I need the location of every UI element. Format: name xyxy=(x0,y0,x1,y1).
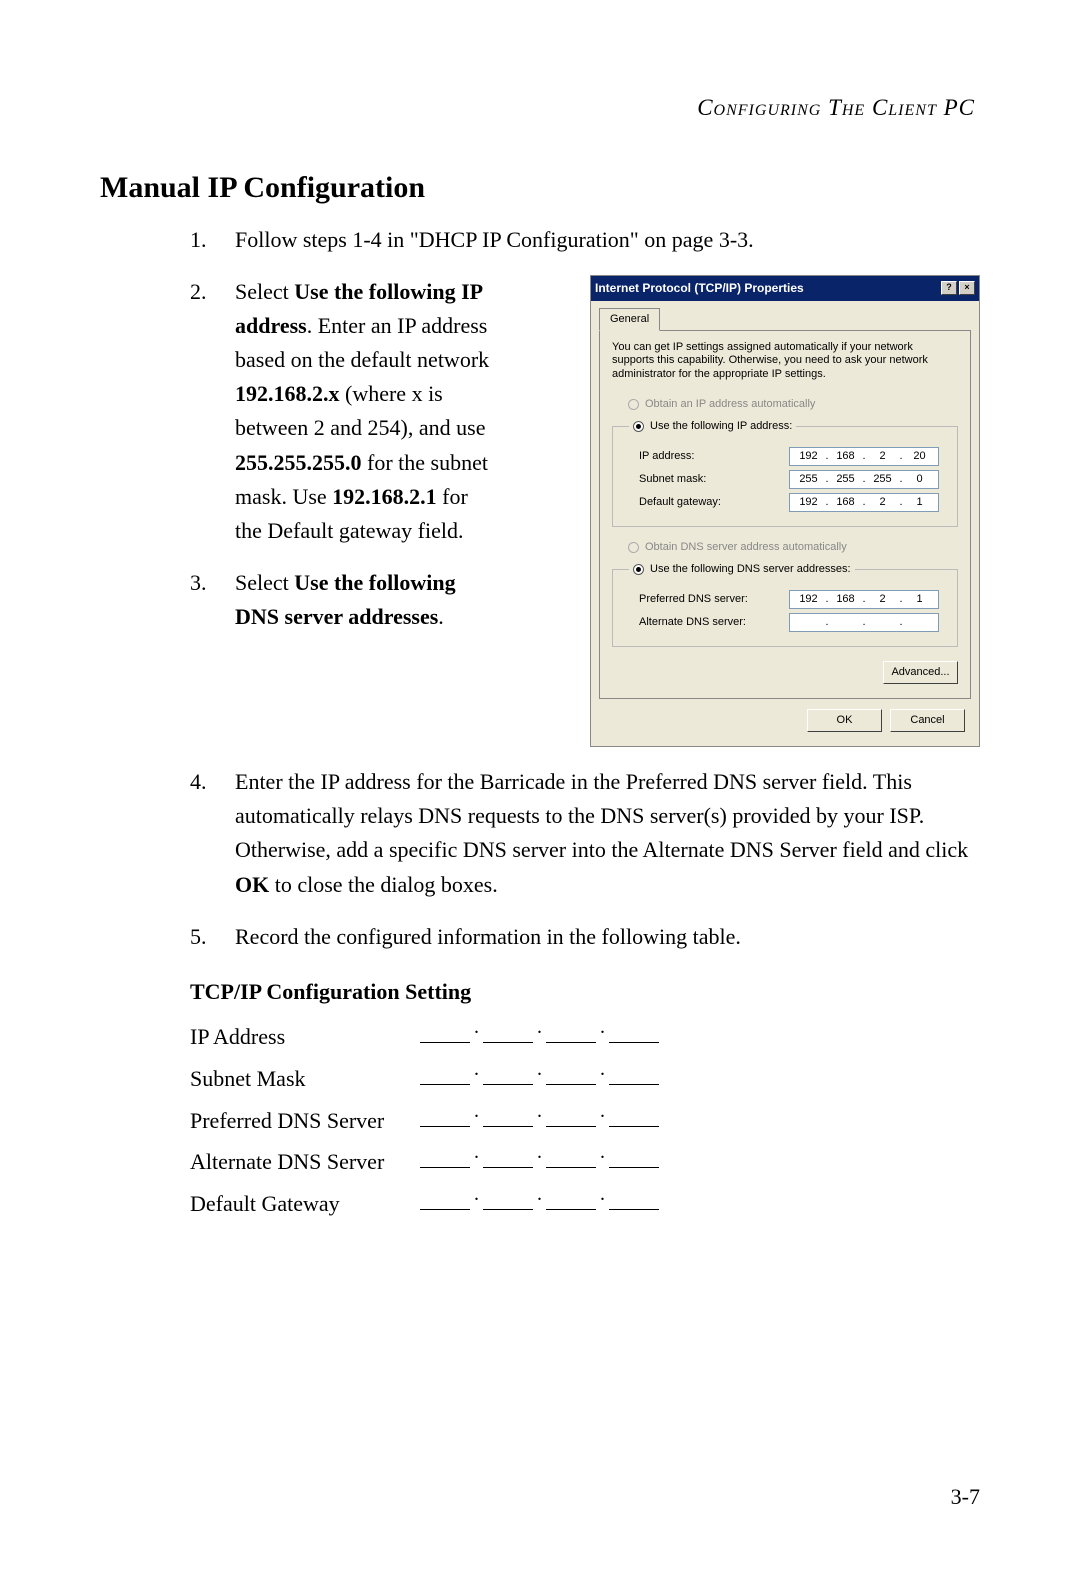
cfg-label-subnet: Subnet Mask xyxy=(190,1059,420,1099)
step-1: 1. Follow steps 1-4 in "DHCP IP Configur… xyxy=(190,223,980,257)
blank-field: ... xyxy=(420,1101,659,1127)
cancel-button[interactable]: Cancel xyxy=(890,709,965,732)
radio-obtain-dns-auto: Obtain DNS server address automatically xyxy=(612,537,958,558)
cfg-label-ip: IP Address xyxy=(190,1017,420,1057)
page-header: Configuring The Client PC xyxy=(100,95,980,121)
group-use-dns: Use the following DNS server addresses: … xyxy=(612,561,958,647)
step-text: Record the configured information in the… xyxy=(235,920,980,954)
table-row: IP Address ... xyxy=(190,1017,980,1057)
label-subnet-mask: Subnet mask: xyxy=(639,471,789,488)
step-4: 4. Enter the IP address for the Barricad… xyxy=(190,765,980,901)
group-use-ip: Use the following IP address: IP address… xyxy=(612,418,958,527)
table-row: Alternate DNS Server ... xyxy=(190,1142,980,1182)
radio-icon xyxy=(628,542,639,553)
blank-field: ... xyxy=(420,1059,659,1085)
close-button[interactable]: × xyxy=(959,281,975,295)
dialog-title: Internet Protocol (TCP/IP) Properties xyxy=(595,279,939,298)
table-row: Subnet Mask ... xyxy=(190,1059,980,1099)
advanced-button[interactable]: Advanced... xyxy=(883,661,958,684)
step-number: 2. xyxy=(190,275,235,309)
step-number: 5. xyxy=(190,920,235,954)
cfg-label-gateway: Default Gateway xyxy=(190,1184,420,1224)
help-button[interactable]: ? xyxy=(941,281,957,295)
config-table-title: TCP/IP Configuration Setting xyxy=(190,972,980,1012)
default-gateway-input[interactable]: 192. 168. 2. 1 xyxy=(789,493,939,512)
step-text: Select Use the following IP address. Ent… xyxy=(235,275,505,548)
radio-use-following-dns[interactable]: Use the following DNS server addresses: xyxy=(629,561,855,578)
step-3: 3. Select Use the following DNS server a… xyxy=(190,566,505,634)
label-ip-address: IP address: xyxy=(639,448,789,465)
step-2: 2. Select Use the following IP address. … xyxy=(190,275,505,548)
section-heading: Manual IP Configuration xyxy=(100,171,980,205)
label-preferred-dns: Preferred DNS server: xyxy=(639,591,789,608)
blank-field: ... xyxy=(420,1017,659,1043)
step-text: Select Use the following DNS server addr… xyxy=(235,566,505,634)
dialog-info-text: You can get IP settings assigned automat… xyxy=(612,341,958,382)
tab-general[interactable]: General xyxy=(599,308,660,331)
label-alternate-dns: Alternate DNS server: xyxy=(639,614,789,631)
blank-field: ... xyxy=(420,1142,659,1168)
radio-use-following-ip[interactable]: Use the following IP address: xyxy=(629,418,796,435)
step-5: 5. Record the configured information in … xyxy=(190,920,980,954)
alternate-dns-input[interactable]: . . . xyxy=(789,613,939,632)
radio-icon xyxy=(628,399,639,410)
label-default-gateway: Default gateway: xyxy=(639,494,789,511)
tcpip-properties-dialog: Internet Protocol (TCP/IP) Properties ? … xyxy=(590,275,980,747)
radio-obtain-ip-auto[interactable]: Obtain an IP address automatically xyxy=(612,394,958,415)
step-number: 1. xyxy=(190,223,235,257)
step-number: 3. xyxy=(190,566,235,600)
config-table: TCP/IP Configuration Setting IP Address … xyxy=(100,972,980,1224)
dialog-titlebar: Internet Protocol (TCP/IP) Properties ? … xyxy=(591,276,979,301)
ok-button[interactable]: OK xyxy=(807,709,882,732)
step-number: 4. xyxy=(190,765,235,799)
table-row: Preferred DNS Server ... xyxy=(190,1101,980,1141)
blank-field: ... xyxy=(420,1184,659,1210)
preferred-dns-input[interactable]: 192. 168. 2. 1 xyxy=(789,590,939,609)
step-text: Enter the IP address for the Barricade i… xyxy=(235,765,980,901)
subnet-mask-input[interactable]: 255. 255. 255. 0 xyxy=(789,470,939,489)
step-text: Follow steps 1-4 in "DHCP IP Configurati… xyxy=(235,223,980,257)
cfg-label-pref-dns: Preferred DNS Server xyxy=(190,1101,420,1141)
cfg-label-alt-dns: Alternate DNS Server xyxy=(190,1142,420,1182)
page-number: 3-7 xyxy=(951,1484,980,1510)
ip-address-input[interactable]: 192. 168. 2. 20 xyxy=(789,447,939,466)
table-row: Default Gateway ... xyxy=(190,1184,980,1224)
